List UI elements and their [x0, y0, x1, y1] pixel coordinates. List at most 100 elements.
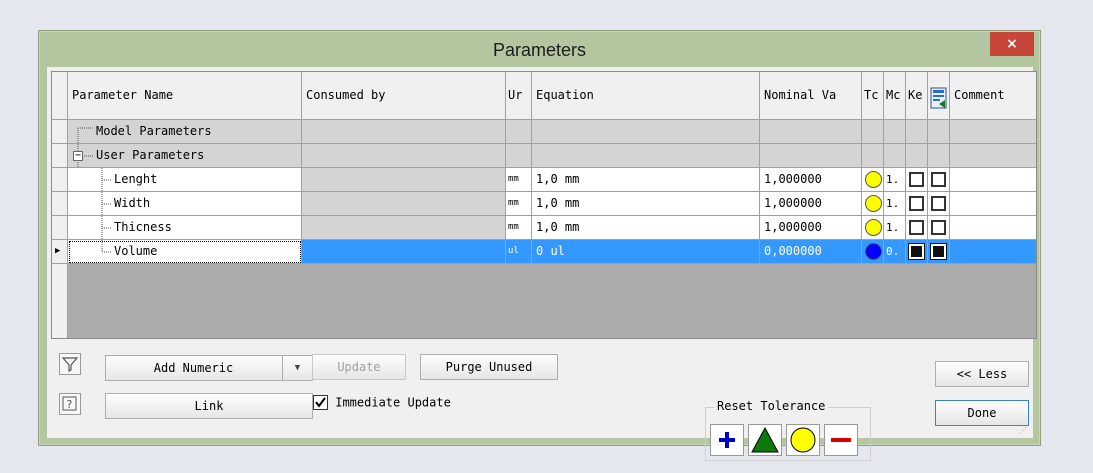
unit-cell[interactable]: mm	[506, 216, 532, 240]
unit-cell[interactable]: mm	[506, 192, 532, 216]
comment-cell[interactable]	[950, 192, 1036, 216]
equation-cell[interactable]: 1,0 mm	[532, 216, 760, 240]
equation-cell[interactable]: 1,0 mm	[532, 192, 760, 216]
key-checkbox-cell[interactable]	[906, 240, 928, 264]
tolerance-cell[interactable]	[862, 216, 884, 240]
group-cell-nominal	[760, 144, 862, 168]
column-header-export[interactable]	[928, 72, 950, 120]
table-row[interactable]: Thicness mm 1,0 mm 1,000000 1.	[52, 216, 1036, 240]
link-button[interactable]: Link	[105, 393, 313, 419]
add-numeric-dropdown-icon[interactable]: ▼	[282, 356, 312, 380]
column-header-comment[interactable]: Comment	[950, 72, 1036, 120]
group-row-model-parameters[interactable]: Model Parameters	[52, 120, 1036, 144]
row-header[interactable]	[52, 168, 68, 192]
group-cell-unit	[506, 120, 532, 144]
lower-tolerance-button[interactable]	[824, 424, 858, 456]
model-value-cell[interactable]: 0.	[884, 240, 906, 264]
nominal-tolerance-icon	[790, 427, 816, 453]
column-header-equation[interactable]: Equation	[532, 72, 760, 120]
group-cell-consumed	[302, 120, 506, 144]
comment-cell[interactable]	[950, 168, 1036, 192]
row-header[interactable]	[52, 192, 68, 216]
nominal-value-cell[interactable]: 1,000000	[760, 192, 862, 216]
parameter-name-cell[interactable]: Volume	[68, 240, 302, 264]
export-checkbox-cell[interactable]	[928, 168, 950, 192]
dialog-client-area: Parameter Name Consumed by Ur Equation N…	[47, 67, 1037, 461]
column-header-parameter-name[interactable]: Parameter Name	[68, 72, 302, 120]
equation-cell[interactable]: 1,0 mm	[532, 168, 760, 192]
table-row[interactable]: Lenght mm 1,0 mm 1,000000 1.	[52, 168, 1036, 192]
export-parameters-icon	[930, 82, 947, 109]
column-header-nominal-value[interactable]: Nominal Va	[760, 72, 862, 120]
table-row[interactable]: ▶ Volume ul 0 ul 0,000000 0.	[52, 240, 1036, 264]
done-button[interactable]: Done	[935, 400, 1029, 426]
resize-grip-icon[interactable]: ⋰	[1019, 426, 1029, 436]
export-checkbox[interactable]	[930, 243, 947, 260]
upper-tolerance-button[interactable]	[710, 424, 744, 456]
nominal-value-cell[interactable]: 1,000000	[760, 168, 862, 192]
key-checkbox-cell[interactable]	[906, 216, 928, 240]
comment-cell[interactable]	[950, 216, 1036, 240]
model-value-cell[interactable]: 1.	[884, 192, 906, 216]
help-button[interactable]: ?	[59, 393, 81, 415]
export-checkbox[interactable]	[931, 220, 946, 235]
parameter-name-label: Lenght	[114, 172, 158, 186]
consumed-by-cell[interactable]	[302, 168, 506, 192]
nominal-value-cell[interactable]: 1,000000	[760, 216, 862, 240]
export-checkbox-cell[interactable]	[928, 192, 950, 216]
group-cell-model	[884, 144, 906, 168]
unit-cell[interactable]: mm	[506, 168, 532, 192]
add-numeric-label: Add Numeric	[153, 361, 234, 375]
checkbox-check-icon	[313, 395, 328, 410]
tolerance-cell[interactable]	[862, 240, 884, 264]
export-checkbox[interactable]	[931, 172, 946, 187]
immediate-update-checkbox[interactable]: Immediate Update	[313, 395, 451, 415]
close-button[interactable]: ×	[990, 32, 1034, 56]
tolerance-cell[interactable]	[862, 168, 884, 192]
parameter-name-cell[interactable]: Thicness	[68, 216, 302, 240]
group-row-user-parameters[interactable]: − User Parameters	[52, 144, 1036, 168]
export-checkbox[interactable]	[931, 196, 946, 211]
key-checkbox-cell[interactable]	[906, 168, 928, 192]
parameters-grid[interactable]: Parameter Name Consumed by Ur Equation N…	[51, 71, 1037, 339]
export-checkbox-cell[interactable]	[928, 240, 950, 264]
parameter-name-cell[interactable]: Width	[68, 192, 302, 216]
table-row[interactable]: Width mm 1,0 mm 1,000000 1.	[52, 192, 1036, 216]
equation-cell[interactable]: 0 ul	[532, 240, 760, 264]
unit-cell[interactable]: ul	[506, 240, 532, 264]
grid-header-row: Parameter Name Consumed by Ur Equation N…	[52, 72, 1036, 120]
update-button[interactable]: Update	[312, 354, 406, 380]
group-cell-export	[928, 144, 950, 168]
current-row-indicator-icon[interactable]: ▶	[52, 240, 68, 264]
column-header-model-value[interactable]: Mc	[884, 72, 906, 120]
consumed-by-cell[interactable]	[302, 240, 506, 264]
comment-cell[interactable]	[950, 240, 1036, 264]
parameter-name-cell[interactable]: Lenght	[68, 168, 302, 192]
column-header-consumed-by[interactable]: Consumed by	[302, 72, 506, 120]
key-checkbox[interactable]	[908, 243, 925, 260]
group-cell-model	[884, 120, 906, 144]
column-header-tolerance[interactable]: Tc	[862, 72, 884, 120]
median-tolerance-button[interactable]	[748, 424, 782, 456]
consumed-by-cell[interactable]	[302, 216, 506, 240]
key-checkbox[interactable]	[909, 220, 924, 235]
export-checkbox-cell[interactable]	[928, 216, 950, 240]
filter-button[interactable]	[59, 353, 81, 375]
column-header-unit[interactable]: Ur	[506, 72, 532, 120]
less-button[interactable]: << Less	[935, 361, 1029, 387]
consumed-by-cell[interactable]	[302, 192, 506, 216]
nominal-value-cell[interactable]: 0,000000	[760, 240, 862, 264]
key-checkbox[interactable]	[909, 172, 924, 187]
model-value-cell[interactable]: 1.	[884, 168, 906, 192]
model-value-cell[interactable]: 1.	[884, 216, 906, 240]
collapse-toggle-icon[interactable]: −	[73, 151, 83, 161]
purge-unused-button[interactable]: Purge Unused	[420, 354, 558, 380]
key-checkbox-cell[interactable]	[906, 192, 928, 216]
key-checkbox[interactable]	[909, 196, 924, 211]
reset-tolerance-group: Reset Tolerance	[705, 399, 871, 461]
row-header[interactable]	[52, 216, 68, 240]
tolerance-cell[interactable]	[862, 192, 884, 216]
add-numeric-button[interactable]: Add Numeric ▼	[105, 355, 313, 381]
column-header-key[interactable]: Ke	[906, 72, 928, 120]
nominal-tolerance-button[interactable]	[786, 424, 820, 456]
